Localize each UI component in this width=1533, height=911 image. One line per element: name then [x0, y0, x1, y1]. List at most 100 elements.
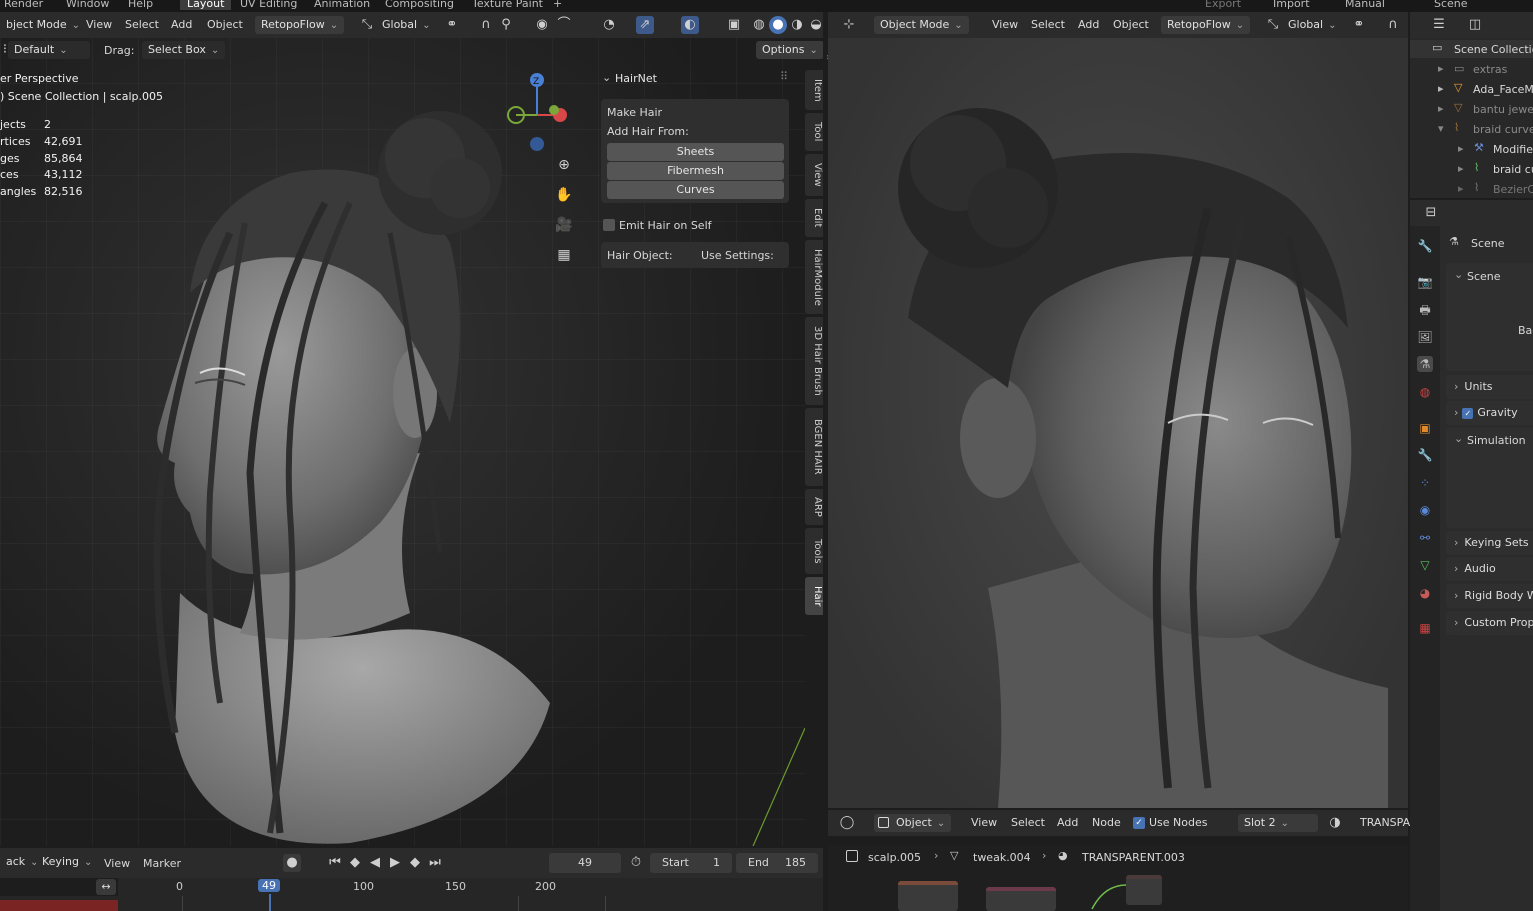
frame-range-icon[interactable]: ↔ — [96, 879, 116, 895]
head-model-left[interactable] — [120, 93, 560, 846]
scene-selector[interactable]: Scene — [1434, 0, 1468, 10]
slot-dropdown[interactable]: Slot 2 — [1238, 814, 1318, 832]
head-model-right[interactable] — [868, 68, 1388, 808]
end-frame-field[interactable]: End 185 — [736, 853, 818, 873]
workspace-tab-texture-paint[interactable]: Texture Paint — [472, 0, 543, 10]
timeline-menu-marker[interactable]: Marker — [143, 857, 181, 870]
jump-start-icon[interactable]: ⏮ — [326, 854, 344, 872]
snap-icon[interactable]: ∩ — [477, 16, 495, 34]
menu-window[interactable]: Window — [66, 0, 109, 10]
node-menu-view[interactable]: View — [971, 816, 997, 829]
snap-target-icon[interactable]: ⚲ — [497, 16, 515, 34]
fibermesh-button[interactable]: Fibermesh — [607, 162, 784, 180]
texture-tab-icon[interactable]: ▦ — [1417, 620, 1433, 636]
right-retopoflow-dropdown[interactable]: RetopoFlow — [1161, 16, 1251, 34]
expand-icon[interactable]: ▸ — [1438, 82, 1444, 95]
zoom-icon[interactable]: ⊕ — [555, 156, 573, 174]
right-transform-dropdown[interactable]: Global — [1282, 16, 1343, 34]
sidebar-tab-bgen-hair[interactable]: BGEN HAIR — [805, 408, 823, 486]
sidebar-tab-edit[interactable]: Edit — [805, 199, 823, 237]
add-workspace-icon[interactable]: + — [553, 0, 562, 10]
falloff-icon[interactable]: ⌒ — [555, 16, 573, 34]
material-shading-icon[interactable]: ◑ — [788, 16, 806, 34]
node-menu-select[interactable]: Select — [1011, 816, 1045, 829]
sidebar-tab-hair[interactable]: Hair — [805, 577, 823, 615]
sidebar-tab-view[interactable]: View — [805, 154, 823, 196]
stopwatch-icon[interactable]: ⏱ — [627, 854, 645, 872]
wireframe-shading-icon[interactable]: ◍ — [750, 16, 768, 34]
sidebar-tab-item[interactable]: Item — [805, 70, 823, 110]
sidebar-tab-3d-hair-brush[interactable]: 3D Hair Brush — [805, 317, 823, 405]
output-tab-icon[interactable]: 🖶 — [1417, 302, 1433, 318]
keying-dropdown[interactable]: Keying — [36, 853, 99, 871]
outliner-item-bantu-jewel[interactable]: bantu jewel — [1473, 103, 1533, 116]
pan-hand-icon[interactable]: ✋ — [555, 186, 573, 204]
timeline-area[interactable]: ↔ 0 49 100 150 200 — [0, 878, 823, 911]
node-type-dropdown[interactable]: Object — [874, 814, 952, 832]
drag-dropdown[interactable]: Select Box — [142, 41, 226, 59]
material-output-node[interactable] — [1126, 875, 1162, 905]
right-mode-dropdown[interactable]: Object Mode — [874, 16, 969, 34]
tool-tab-icon[interactable]: 🔧 — [1417, 238, 1433, 254]
custom-props-panel[interactable]: › Custom Prop — [1446, 611, 1533, 635]
expand-icon[interactable]: ▸ — [1458, 162, 1464, 175]
collapse-icon[interactable]: ▾ — [1438, 122, 1444, 135]
navigation-gizmo[interactable]: Z — [500, 70, 575, 155]
outliner-item-bezierc[interactable]: BezierC — [1493, 183, 1533, 196]
node-canvas[interactable] — [828, 869, 1408, 911]
left-menu-view[interactable]: View — [86, 18, 112, 31]
audio-panel[interactable]: › Audio — [1446, 557, 1533, 581]
breadcrumb-tweak[interactable]: tweak.004 — [973, 851, 1031, 864]
rigid-body-panel[interactable]: › Rigid Body W — [1446, 584, 1533, 608]
pivot-icon[interactable]: ⚭ — [443, 16, 461, 34]
prev-keyframe-icon[interactable]: ◆ — [346, 854, 364, 872]
display-mode-icon[interactable]: ◫ — [1466, 16, 1484, 34]
render-tab-icon[interactable]: 📷 — [1417, 274, 1433, 290]
gravity-checkbox[interactable]: ✓ — [1462, 408, 1474, 419]
modifiers-tab-icon[interactable]: 🔧 — [1417, 447, 1433, 463]
image-texture-node[interactable] — [898, 881, 958, 911]
play-icon[interactable]: ▶ — [386, 854, 404, 872]
left-transform-dropdown[interactable]: Global — [376, 16, 437, 34]
left-menu-object[interactable]: Object — [207, 18, 243, 31]
outliner-item-scene-collection[interactable]: Scene Collectio — [1454, 43, 1533, 56]
panel-drag-handle-icon[interactable]: ⠿ — [780, 70, 788, 83]
curves-button[interactable]: Curves — [607, 181, 784, 199]
right-menu-object[interactable]: Object — [1113, 18, 1149, 31]
outliner-tree[interactable]: ▭ Scene Collectio ▸ ▭ extras ▸ ▽ Ada_Fac… — [1410, 38, 1533, 198]
right-menu-select[interactable]: Select — [1031, 18, 1065, 31]
play-reverse-icon[interactable]: ◀ — [366, 854, 384, 872]
expand-icon[interactable]: ▸ — [1438, 62, 1444, 75]
right-3d-viewport[interactable] — [828, 38, 1408, 808]
playhead-line[interactable] — [269, 894, 271, 911]
playhead-frame-label[interactable]: 49 — [258, 879, 280, 892]
material-name-field[interactable]: TRANSPA — [1360, 816, 1410, 829]
sidebar-tab-tool[interactable]: Tool — [805, 113, 823, 151]
breadcrumb-scalp[interactable]: scalp.005 — [868, 851, 921, 864]
use-nodes-checkbox[interactable]: ✓ — [1133, 817, 1145, 829]
expand-icon[interactable]: ▸ — [1458, 142, 1464, 155]
panel-collapse-icon[interactable]: ⌄ — [602, 71, 611, 84]
left-menu-add[interactable]: Add — [171, 18, 192, 31]
material-tab-icon[interactable]: ◕ — [1417, 585, 1433, 601]
jump-end-icon[interactable]: ⏭ — [426, 854, 444, 872]
start-frame-field[interactable]: Start 1 — [650, 853, 732, 873]
editor-type-icon[interactable]: ⊹ — [840, 16, 858, 34]
record-icon[interactable]: ● — [283, 854, 301, 872]
outliner-item-ada-face[interactable]: Ada_FaceM — [1473, 83, 1533, 96]
object-tab-icon[interactable]: ▣ — [1417, 420, 1433, 436]
mix-node[interactable] — [986, 887, 1056, 911]
scene-panel-title[interactable]: Scene — [1467, 270, 1501, 283]
right-menu-add[interactable]: Add — [1078, 18, 1099, 31]
hairnet-panel-header[interactable]: ⌄ HairNet ⠿ — [598, 68, 794, 90]
material-browse-icon[interactable]: ◑ — [1326, 814, 1344, 832]
units-panel[interactable]: › Units — [1446, 375, 1533, 399]
outliner-editor-icon[interactable]: ☰ — [1430, 16, 1448, 34]
workspace-tab-layout[interactable]: Layout — [180, 0, 232, 10]
right-menu-view[interactable]: View — [992, 18, 1018, 31]
export-button[interactable]: Export — [1205, 0, 1241, 10]
keying-sets-panel[interactable]: › Keying Sets — [1446, 531, 1533, 555]
view-layer-tab-icon[interactable]: 🖼 — [1417, 329, 1433, 345]
breadcrumb-material[interactable]: TRANSPARENT.003 — [1082, 851, 1185, 864]
right-snap-icon[interactable]: ∩ — [1384, 16, 1402, 34]
